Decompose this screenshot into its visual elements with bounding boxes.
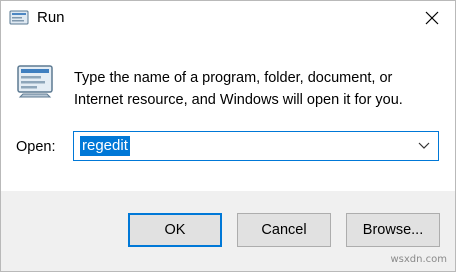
ok-button[interactable]: OK xyxy=(128,213,222,247)
close-button[interactable] xyxy=(409,1,455,35)
open-combobox[interactable]: regedit xyxy=(73,131,439,161)
run-dialog: Run Type the name of a program, folder, … xyxy=(0,0,456,272)
title-bar[interactable]: Run xyxy=(1,1,455,35)
open-label: Open: xyxy=(16,139,56,155)
description-line-2: Internet resource, and Windows will open… xyxy=(74,92,403,108)
watermark: wsxdn.com xyxy=(390,254,447,265)
open-input[interactable]: regedit xyxy=(80,136,130,156)
chevron-down-icon xyxy=(418,142,430,149)
browse-button[interactable]: Browse... xyxy=(346,213,440,247)
run-app-icon xyxy=(9,10,29,25)
window-title: Run xyxy=(37,9,65,26)
dropdown-button[interactable] xyxy=(414,136,434,156)
cancel-button[interactable]: Cancel xyxy=(237,213,331,247)
description-line-1: Type the name of a program, folder, docu… xyxy=(74,70,393,86)
description-text: Type the name of a program, folder, docu… xyxy=(74,67,444,111)
run-app-icon xyxy=(17,65,53,98)
close-icon xyxy=(425,11,439,25)
